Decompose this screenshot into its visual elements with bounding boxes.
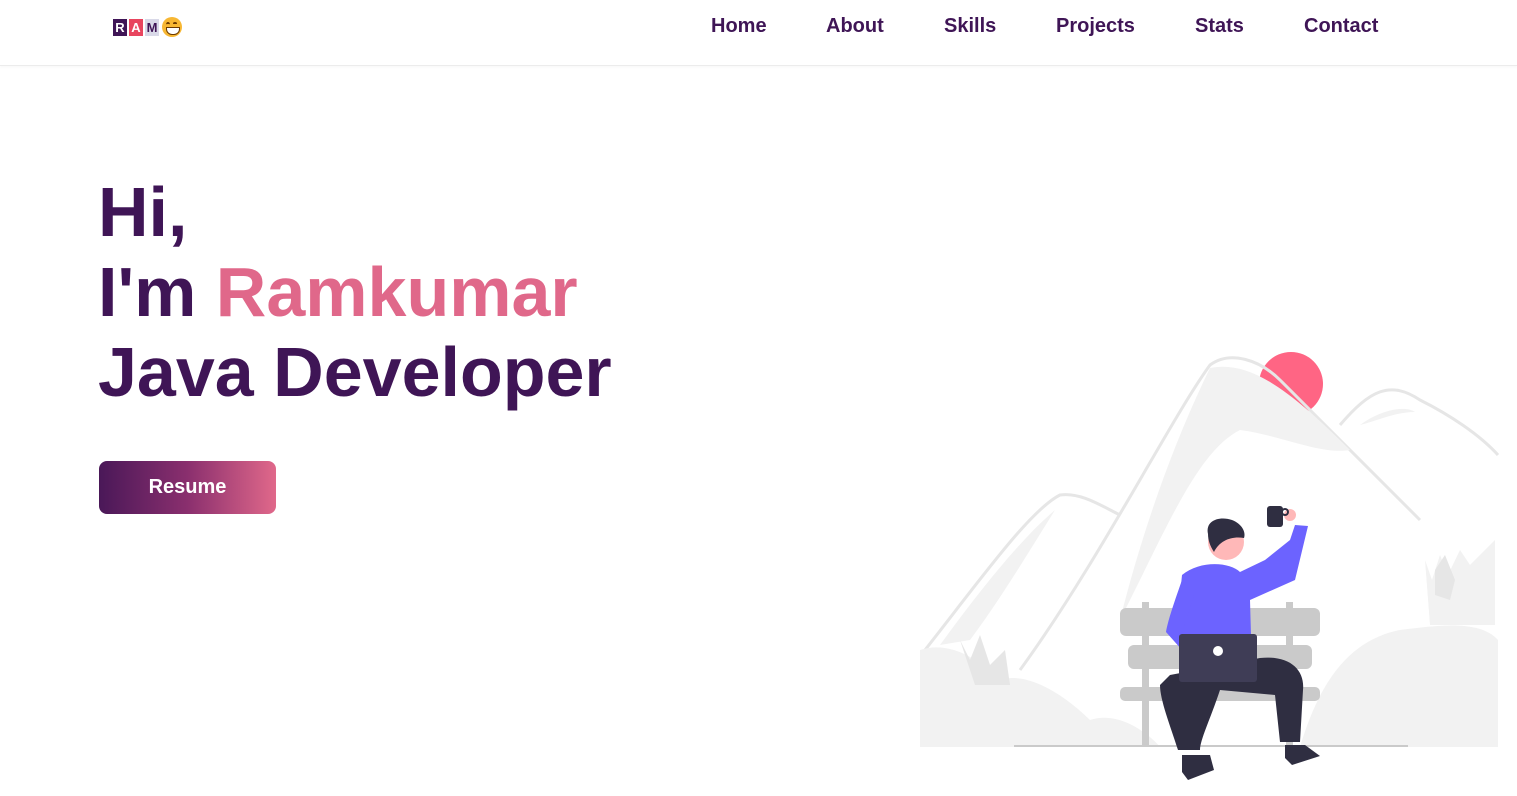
nav-link-home[interactable]: Home <box>711 14 767 38</box>
ground-line <box>1014 745 1408 747</box>
hero-greeting: Hi, <box>98 173 188 251</box>
hero-role: Java Developer <box>98 333 612 411</box>
person-on-bench-illustration <box>920 352 1500 780</box>
nav-link-skills[interactable]: Skills <box>944 14 996 38</box>
right-ground-blob <box>1300 625 1498 747</box>
hero-heading: Hi, I'm Ramkumar Java Developer <box>98 172 612 412</box>
laptop-icon <box>1179 634 1257 682</box>
nav-link-projects[interactable]: Projects <box>1056 14 1135 38</box>
nav-link-about[interactable]: About <box>826 14 884 38</box>
nav-link-stats[interactable]: Stats <box>1195 14 1244 38</box>
nav-link-contact[interactable]: Contact <box>1304 14 1378 38</box>
hero-illustration <box>920 340 1510 791</box>
hero-intro-prefix: I'm <box>98 253 216 331</box>
mug-icon <box>1267 506 1283 527</box>
navbar: R A M Home About Skills Projects Stats C… <box>0 0 1517 66</box>
resume-button[interactable]: Resume <box>99 461 276 514</box>
hero-name: Ramkumar <box>215 253 578 331</box>
hero-intro: I'm Ramkumar <box>98 252 612 332</box>
nav-menu: Home About Skills Projects Stats Contact <box>0 14 1517 38</box>
